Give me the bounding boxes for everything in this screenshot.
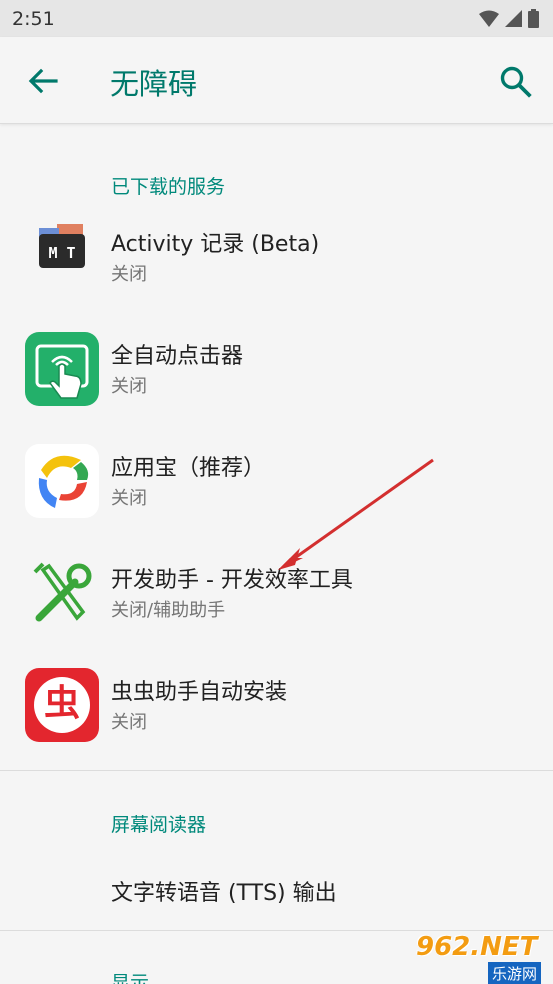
back-arrow-icon[interactable] bbox=[26, 64, 60, 98]
service-title: 虫虫助手自动安装 bbox=[111, 680, 288, 705]
section-header-downloaded: 已下载的服务 bbox=[111, 176, 226, 198]
service-title: 开发助手 - 开发效率工具 bbox=[111, 568, 353, 593]
section-header-display: 显示 bbox=[111, 972, 150, 984]
service-title: 全自动点击器 bbox=[111, 344, 244, 369]
yingyongbao-icon bbox=[25, 444, 99, 518]
auto-clicker-icon bbox=[25, 332, 99, 406]
chong-glyph: 虫 bbox=[43, 683, 80, 724]
app-bar: 无障碍 bbox=[0, 37, 553, 124]
status-bar: 2:51 bbox=[0, 0, 553, 37]
status-time: 2:51 bbox=[12, 7, 55, 30]
section-header-screen-reader: 屏幕阅读器 bbox=[111, 814, 207, 836]
tts-output-title: 文字转语音 (TTS) 输出 bbox=[111, 881, 337, 906]
section-divider bbox=[0, 930, 553, 931]
page-title: 无障碍 bbox=[110, 67, 198, 101]
service-title: Activity 记录 (Beta) bbox=[111, 232, 320, 257]
service-status: 关闭 bbox=[111, 712, 147, 733]
service-status: 关闭 bbox=[111, 488, 147, 509]
service-status: 关闭 bbox=[111, 376, 147, 397]
service-status: 关闭/辅助助手 bbox=[111, 600, 226, 621]
chongchong-icon: 虫 bbox=[25, 668, 99, 742]
battery-icon bbox=[528, 9, 539, 28]
service-title: 应用宝（推荐） bbox=[111, 456, 266, 481]
status-icons bbox=[479, 9, 539, 28]
service-item-yingyongbao[interactable]: 应用宝（推荐） 关闭 bbox=[0, 424, 553, 536]
wrench-screwdriver-icon bbox=[25, 556, 99, 630]
service-item-activity[interactable]: M T Activity 记录 (Beta) 关闭 bbox=[0, 200, 553, 312]
search-icon[interactable] bbox=[498, 64, 534, 100]
watermark-sub: 乐游网 bbox=[488, 962, 542, 984]
section-divider bbox=[0, 770, 553, 771]
tts-output-item[interactable]: 文字转语音 (TTS) 输出 bbox=[0, 850, 553, 930]
cellular-signal-icon bbox=[505, 9, 522, 27]
mt-glyph: M T bbox=[48, 244, 76, 262]
watermark-brand: 962.NET bbox=[416, 932, 538, 962]
wifi-icon bbox=[479, 10, 499, 27]
service-item-auto-clicker[interactable]: 全自动点击器 关闭 bbox=[0, 312, 553, 424]
service-item-chongchong[interactable]: 虫 虫虫助手自动安装 关闭 bbox=[0, 648, 553, 760]
service-status: 关闭 bbox=[111, 264, 147, 285]
watermark-logo: 962.NET 乐游网 bbox=[412, 932, 553, 984]
mt-manager-icon: M T bbox=[25, 220, 99, 294]
service-item-dev-helper[interactable]: 开发助手 - 开发效率工具 关闭/辅助助手 bbox=[0, 536, 553, 648]
